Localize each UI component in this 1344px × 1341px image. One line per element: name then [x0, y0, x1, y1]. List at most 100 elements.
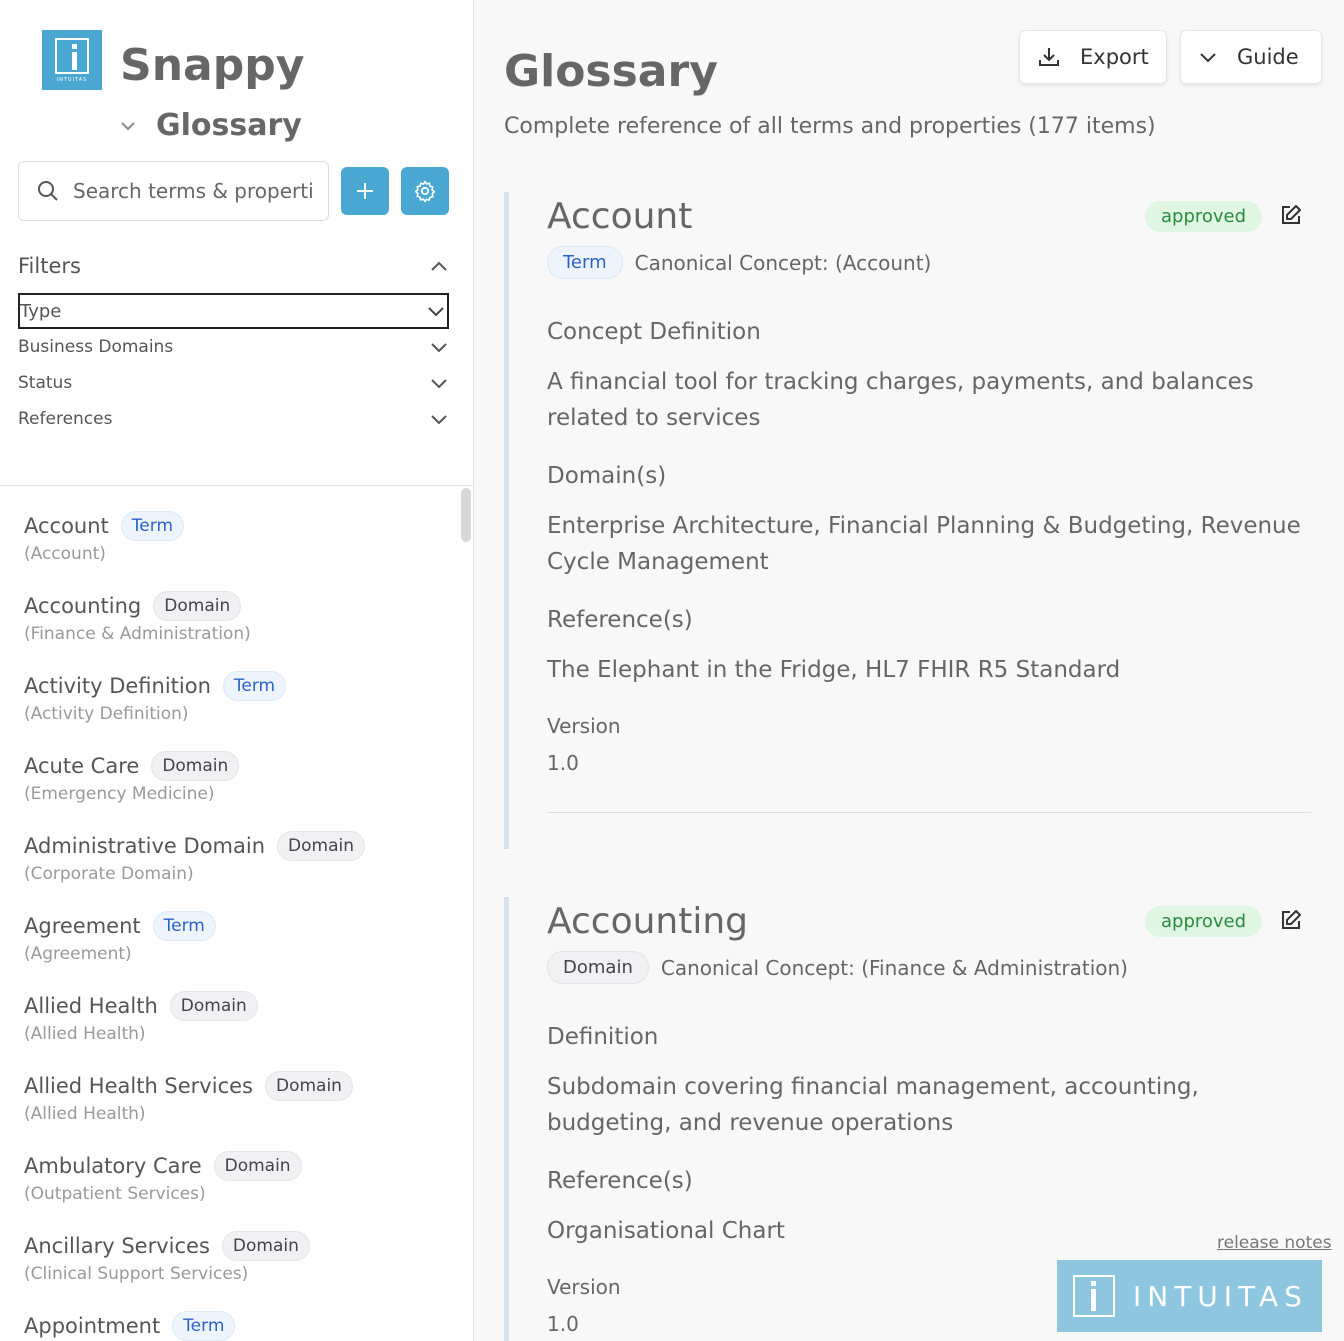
- export-button[interactable]: Export: [1019, 30, 1167, 84]
- item-canonical: (Agreement): [24, 944, 132, 964]
- divider: [0, 485, 473, 486]
- chevron-down-icon: [121, 121, 135, 130]
- domains-label: Domain(s): [547, 463, 667, 489]
- section-selector[interactable]: Glossary: [118, 108, 302, 143]
- item-canonical: (Account): [24, 544, 106, 564]
- canonical-concept: Canonical Concept: (Account): [634, 250, 932, 275]
- item-name: Ancillary Services: [24, 1234, 210, 1258]
- list-item[interactable]: Appointment Term: [24, 1308, 454, 1341]
- item-name: Ambulatory Care: [24, 1154, 202, 1178]
- type-badge: Domain: [213, 1151, 302, 1181]
- download-icon: [1039, 48, 1059, 66]
- main-content: Glossary Complete reference of all terms…: [475, 0, 1344, 1341]
- filter-label: Status: [18, 373, 73, 393]
- scrollbar-thumb[interactable]: [461, 488, 471, 542]
- edit-icon[interactable]: [1279, 203, 1303, 227]
- card-meta: Term Canonical Concept: (Account): [547, 246, 931, 279]
- type-badge: Term: [152, 911, 216, 941]
- filter-label: References: [18, 409, 113, 429]
- guide-button[interactable]: Guide: [1180, 30, 1322, 84]
- type-badge: Term: [547, 246, 623, 279]
- card-title: Accounting: [547, 901, 749, 942]
- type-badge: Domain: [277, 831, 365, 861]
- brand-name: INTUITAS: [1133, 1279, 1308, 1313]
- item-canonical: (Allied Health): [24, 1104, 146, 1124]
- type-badge: Domain: [547, 951, 649, 984]
- item-canonical: (Outpatient Services): [24, 1184, 206, 1204]
- list-item[interactable]: Acute Care Domain (Emergency Medicine): [24, 748, 454, 828]
- references-label: Reference(s): [547, 1168, 693, 1194]
- sidebar: INTUITAS Snappy Glossary Filters Type Bu…: [0, 0, 474, 1341]
- list-item[interactable]: Agreement Term (Agreement): [24, 908, 454, 988]
- chevron-up-icon: [431, 261, 447, 271]
- guide-label: Guide: [1237, 45, 1299, 69]
- filters-header[interactable]: Filters: [18, 254, 448, 278]
- type-badge: Domain: [153, 591, 242, 621]
- add-term-button[interactable]: [341, 167, 389, 215]
- references-value: Organisational Chart: [547, 1218, 785, 1244]
- type-filter-label: Type: [20, 300, 62, 322]
- list-item[interactable]: Allied Health Services Domain (Allied Hea…: [24, 1068, 454, 1148]
- section-title: Glossary: [156, 108, 302, 143]
- type-badge: Term: [120, 511, 185, 541]
- status-badge: approved: [1145, 906, 1263, 937]
- references-label: Reference(s): [547, 607, 693, 633]
- definition-label: Definition: [547, 1024, 659, 1050]
- chevron-down-icon: [431, 379, 447, 389]
- references-filter[interactable]: References: [18, 409, 448, 429]
- card-title: Account: [547, 196, 693, 237]
- list-item[interactable]: Ancillary Services Domain (Clinical Suppo…: [24, 1228, 454, 1308]
- divider: [547, 812, 1311, 813]
- business-domains-filter[interactable]: Business Domains: [18, 337, 448, 357]
- item-canonical: (Corporate Domain): [24, 864, 194, 884]
- references-value: The Elephant in the Fridge, HL7 FHIR R5 …: [547, 657, 1121, 683]
- type-badge: Domain: [264, 1071, 353, 1101]
- chevron-down-icon: [1200, 53, 1216, 63]
- filters-title: Filters: [18, 254, 81, 278]
- glossary-list: Account Term (Account) Accounting Domain (…: [24, 508, 454, 1341]
- version-label: Version: [547, 1275, 621, 1299]
- item-canonical: (Emergency Medicine): [24, 784, 215, 804]
- status-badge: approved: [1145, 201, 1263, 232]
- search-box[interactable]: [18, 161, 329, 221]
- item-canonical: (Clinical Support Services): [24, 1264, 249, 1284]
- type-badge: Term: [172, 1311, 236, 1341]
- intuitas-logo: INTUITAS: [42, 30, 102, 90]
- filter-label: Business Domains: [18, 337, 174, 357]
- list-item[interactable]: Administrative Domain Domain (Corporate D…: [24, 828, 454, 908]
- glossary-card: Account approved Term Canonical Concept:…: [504, 192, 1311, 849]
- list-item[interactable]: Account Term (Account): [24, 508, 454, 588]
- definition-value: Subdomain covering financial management,…: [547, 1074, 1199, 1136]
- item-name: Appointment: [24, 1314, 161, 1338]
- list-item[interactable]: Ambulatory Care Domain (Outpatient Servic…: [24, 1148, 454, 1228]
- version-label: Version: [547, 714, 621, 738]
- item-name: Allied Health Services: [24, 1074, 253, 1098]
- item-name: Agreement: [24, 914, 141, 938]
- app-title: Snappy: [120, 40, 305, 91]
- type-badge: Domain: [169, 991, 258, 1021]
- version-value: 1.0: [547, 751, 579, 775]
- page-subtitle: Complete reference of all terms and prop…: [504, 114, 1156, 139]
- intuitas-brand-logo: INTUITAS: [1057, 1260, 1322, 1332]
- search-icon: [38, 181, 58, 201]
- list-item[interactable]: Allied Health Domain (Allied Health): [24, 988, 454, 1068]
- status-filter[interactable]: Status: [18, 373, 448, 393]
- release-notes-link[interactable]: release notes: [1217, 1233, 1332, 1253]
- domains-value: Enterprise Architecture, Financial Plann…: [547, 513, 1301, 575]
- edit-icon[interactable]: [1279, 908, 1303, 932]
- type-filter-select[interactable]: Type: [18, 293, 449, 329]
- settings-button[interactable]: [401, 167, 449, 215]
- list-item[interactable]: Activity Definition Term (Activity Defini…: [24, 668, 454, 748]
- logo-mark-icon: [1073, 1275, 1115, 1317]
- item-canonical: (Activity Definition): [24, 704, 189, 724]
- item-name: Account: [24, 514, 109, 538]
- type-badge: Term: [222, 671, 287, 701]
- chevron-down-icon: [431, 343, 447, 353]
- definition-value: A financial tool for tracking charges, p…: [547, 369, 1254, 431]
- search-input[interactable]: [73, 179, 313, 203]
- item-canonical: (Allied Health): [24, 1024, 146, 1044]
- plus-icon: [357, 183, 373, 199]
- item-canonical: (Finance & Administration): [24, 624, 251, 644]
- list-item[interactable]: Accounting Domain (Finance & Administrati…: [24, 588, 454, 668]
- chevron-down-icon: [428, 307, 444, 317]
